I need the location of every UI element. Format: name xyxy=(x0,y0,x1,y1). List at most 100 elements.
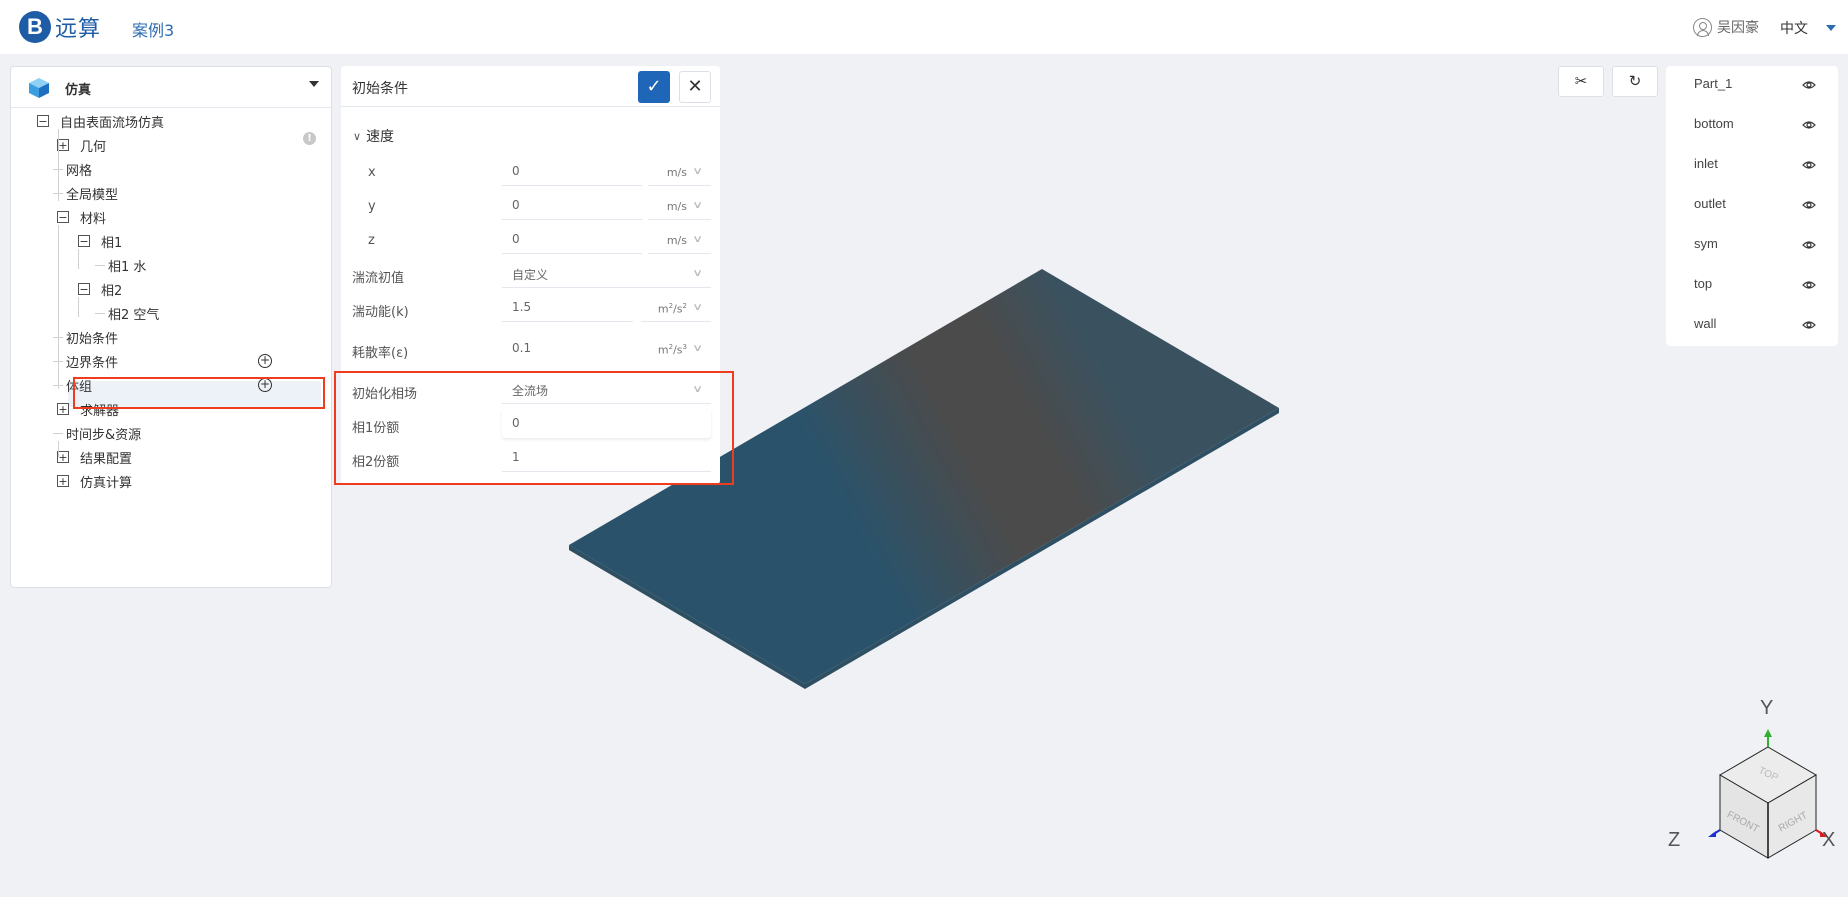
unit-mid: /s xyxy=(673,343,683,357)
tree-connector xyxy=(95,313,105,314)
add-icon[interactable]: + xyxy=(258,354,272,368)
tree-item[interactable]: 初始条件 xyxy=(53,325,119,349)
chevron-down-icon: ∨ xyxy=(691,268,703,279)
tree-item-label: 网格 xyxy=(66,163,93,179)
unit-exponent: 3 xyxy=(682,343,687,351)
collapse-icon[interactable]: − xyxy=(78,235,90,247)
part-item[interactable]: sym xyxy=(1666,226,1838,266)
chevron-down-icon: ∨ xyxy=(353,129,362,143)
tree-item-label: 结果配置 xyxy=(80,451,133,467)
eye-icon[interactable] xyxy=(1802,80,1816,90)
tree-item[interactable]: − 材料 xyxy=(57,205,106,229)
chevron-down-icon: ∨ xyxy=(691,302,703,313)
tree-item[interactable]: − 自由表面流场仿真 xyxy=(37,109,164,133)
eye-icon[interactable] xyxy=(1802,280,1816,290)
tree-item[interactable]: 全局模型 xyxy=(53,181,118,205)
unit-base: m xyxy=(657,343,669,357)
chevron-down-icon: ∨ xyxy=(691,200,703,211)
velocity-section-toggle[interactable]: ∨ 速度 xyxy=(353,126,394,146)
tree-item-label: 初始条件 xyxy=(66,331,119,347)
clip-button[interactable]: ✂ xyxy=(1558,66,1604,97)
velocity-x-label: x xyxy=(368,165,376,180)
dissipation-unit-select[interactable]: m2/s3 ∨ xyxy=(641,335,711,363)
eye-icon[interactable] xyxy=(1802,320,1816,330)
velocity-z-unit-select[interactable]: m/s ∨ xyxy=(648,226,711,254)
velocity-y-unit-select[interactable]: m/s ∨ xyxy=(648,192,711,220)
close-icon: ✕ xyxy=(687,76,703,97)
unit-label: m/s xyxy=(666,166,687,179)
tree-item[interactable]: + 仿真计算 xyxy=(57,469,132,493)
tke-label: 湍动能(k) xyxy=(352,305,409,320)
tree-item[interactable]: − 相1 xyxy=(78,229,122,253)
part-item[interactable]: top xyxy=(1666,266,1838,306)
close-button[interactable]: ✕ xyxy=(679,71,711,103)
tree-item[interactable]: 时间步&资源 xyxy=(53,421,142,445)
confirm-button[interactable]: ✓ xyxy=(638,71,670,103)
dissipation-label: 耗散率(ε) xyxy=(352,346,409,361)
tree-item[interactable]: + 几何 xyxy=(57,133,106,157)
dissipation-row: 耗散率(ε) 0.1 m2/s3 ∨ xyxy=(341,335,720,365)
tree-connector xyxy=(53,433,63,434)
unit-exponent: 2 xyxy=(682,302,687,310)
collapse-icon[interactable]: − xyxy=(37,115,49,127)
rotate-icon: ↻ xyxy=(1628,72,1642,90)
simulation-panel: 仿真 ! − 自由表面流场仿真 + 几何 网格 全局模型 − 材料 − 相1 相1 水 − 相2 相2 空… xyxy=(10,66,332,588)
part-item[interactable]: bottom xyxy=(1666,106,1838,146)
x-axis-label: X xyxy=(1822,829,1836,851)
reset-view-button[interactable]: ↻ xyxy=(1612,66,1658,97)
eye-icon[interactable] xyxy=(1802,240,1816,250)
eye-icon[interactable] xyxy=(1802,160,1816,170)
cube-icon xyxy=(29,78,49,98)
collapse-icon[interactable]: − xyxy=(57,211,69,223)
eye-icon[interactable] xyxy=(1802,200,1816,210)
chevron-down-icon: ∨ xyxy=(691,234,703,245)
turbulence-init-row: 湍流初值 自定义 ∨ xyxy=(341,260,720,290)
turbulence-init-select[interactable]: 自定义 ∨ xyxy=(502,260,711,288)
orientation-cube[interactable]: TOP FRONT RIGHT Y Z X xyxy=(1660,695,1840,885)
part-item[interactable]: outlet xyxy=(1666,186,1838,226)
unit-label: m/s xyxy=(666,234,687,247)
tke-unit-select[interactable]: m2/s2 ∨ xyxy=(641,294,711,322)
tree-item[interactable]: 相1 水 xyxy=(95,253,146,277)
velocity-z-input[interactable]: 0 xyxy=(502,226,642,254)
caret-down-icon[interactable] xyxy=(309,81,319,87)
tree-connector xyxy=(58,441,59,457)
eye-icon[interactable] xyxy=(1802,120,1816,130)
velocity-x-input[interactable]: 0 xyxy=(502,158,642,186)
dissipation-input[interactable]: 0.1 xyxy=(502,335,633,363)
scissors-icon: ✂ xyxy=(1574,72,1588,90)
z-axis-label: Z xyxy=(1668,829,1681,851)
part-item[interactable]: wall xyxy=(1666,306,1838,346)
part-item[interactable]: Part_1 xyxy=(1666,66,1838,106)
expand-icon[interactable]: + xyxy=(57,403,69,415)
orientation-cube-graphic: TOP FRONT RIGHT xyxy=(1708,729,1828,859)
part-name: sym xyxy=(1694,236,1718,251)
velocity-y-input[interactable]: 0 xyxy=(502,192,642,220)
tke-input[interactable]: 1.5 xyxy=(502,294,633,322)
tree-item-label: 几何 xyxy=(80,139,107,155)
tree-item[interactable]: 相2 空气 xyxy=(95,301,159,325)
part-item[interactable]: inlet xyxy=(1666,146,1838,186)
form-title: 初始条件 xyxy=(352,81,408,97)
part-name: wall xyxy=(1694,316,1717,331)
tree-item[interactable]: − 相2 xyxy=(78,277,122,301)
tree-item[interactable]: 网格 xyxy=(53,157,93,181)
unit-base: m xyxy=(657,302,669,316)
tree-item-label: 时间步&资源 xyxy=(66,427,142,443)
form-header: 初始条件 ✓ ✕ xyxy=(341,66,720,107)
info-icon[interactable]: ! xyxy=(303,132,316,145)
check-icon: ✓ xyxy=(646,76,662,97)
velocity-x-row: x 0 m/s ∨ xyxy=(341,158,720,188)
turbulence-init-label: 湍流初值 xyxy=(352,271,405,286)
chevron-down-icon: ∨ xyxy=(691,343,703,354)
collapse-icon[interactable]: − xyxy=(78,283,90,295)
part-name: Part_1 xyxy=(1694,76,1733,91)
tree-item[interactable]: + 结果配置 xyxy=(57,445,132,469)
tree-item[interactable]: 边界条件 xyxy=(53,349,118,373)
tree-item-label: 仿真计算 xyxy=(80,475,133,491)
velocity-z-label: z xyxy=(368,233,375,248)
panel-header[interactable]: 仿真 xyxy=(11,67,331,108)
expand-icon[interactable]: + xyxy=(57,475,69,487)
velocity-x-unit-select[interactable]: m/s ∨ xyxy=(648,158,711,186)
tree-item-label: 材料 xyxy=(80,211,107,227)
